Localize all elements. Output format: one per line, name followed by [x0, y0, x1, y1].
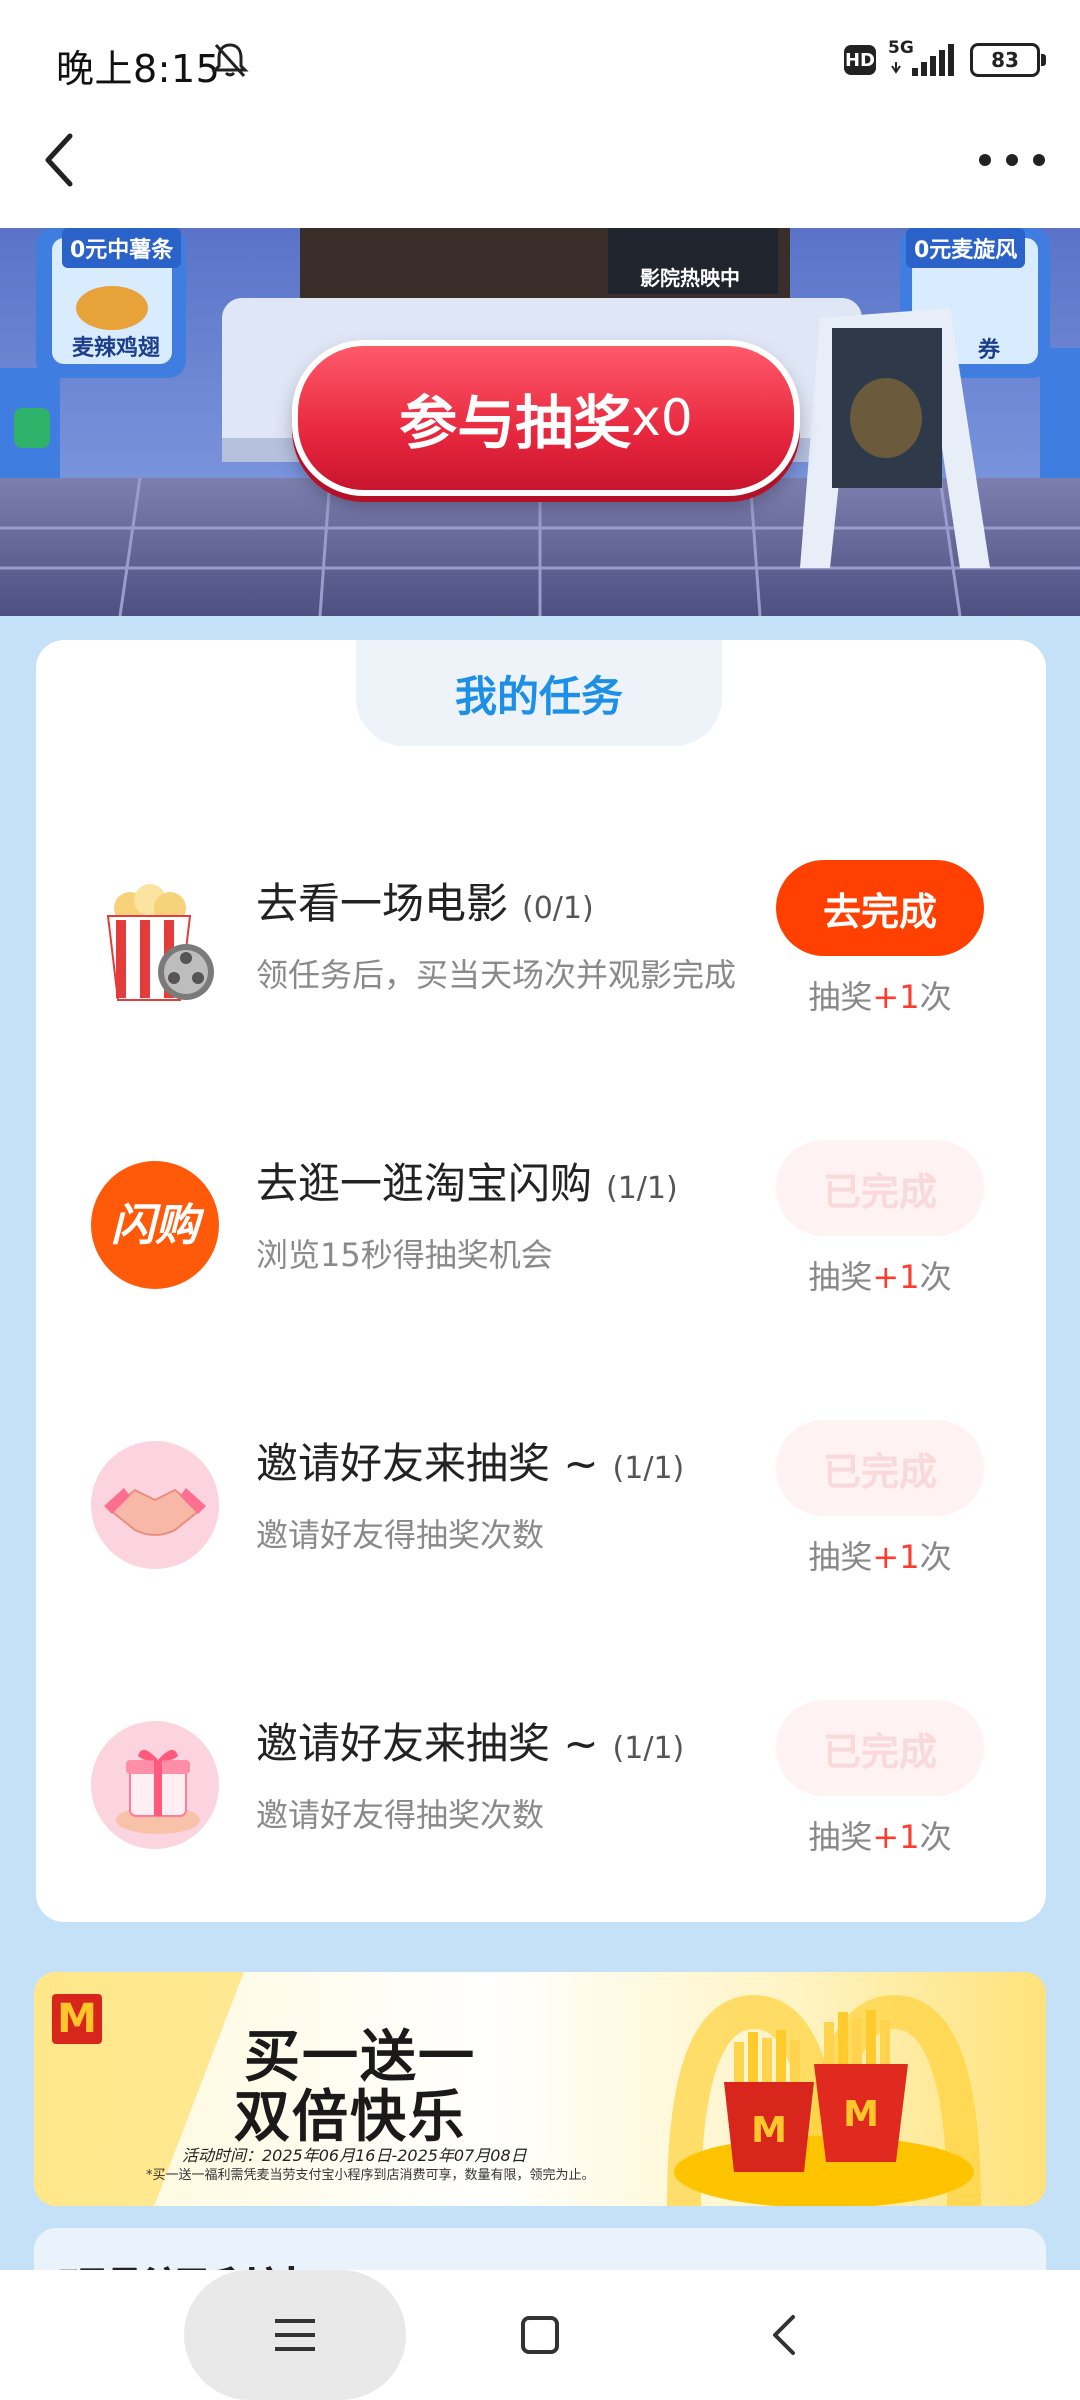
gift-icon — [90, 1720, 220, 1850]
svg-text:闪购: 闪购 — [111, 1200, 205, 1251]
promo-title-line2: 双倍快乐 — [234, 2085, 466, 2150]
battery-level: 83 — [991, 48, 1019, 72]
chevron-left-icon — [773, 2315, 795, 2355]
task-item: 邀请好友来抽奖 ~ (1/1) 邀请好友得抽奖次数 已完成 抽奖+1次 — [36, 1700, 1046, 1870]
task-reward: 抽奖+1次 — [808, 1258, 952, 1296]
task-progress: (1/1) — [612, 1451, 685, 1486]
more-button[interactable] — [974, 135, 1050, 185]
completed-button[interactable]: 已完成 — [776, 1420, 984, 1516]
mcdonalds-logo-icon: M — [52, 1994, 102, 2044]
status-bar: 晚上8:15 HD 5G 83 — [0, 0, 1080, 120]
completed-button[interactable]: 已完成 — [776, 1700, 984, 1796]
completed-button[interactable]: 已完成 — [776, 1140, 984, 1236]
my-tasks-card: 我的任务 去看一场电影 (0/1) 领任务后，买当天场次并观影完成 去完成 抽奖+… — [36, 640, 1046, 1922]
task-desc: 邀请好友得抽奖次数 — [256, 1516, 545, 1554]
battery-icon: 83 — [970, 43, 1046, 77]
join-lottery-button[interactable]: 参与抽奖 x0 — [292, 340, 800, 496]
task-progress: (0/1) — [522, 891, 594, 926]
hd-badge: HD — [844, 45, 876, 75]
task-title: 去看一场电影 (0/1) — [256, 879, 594, 928]
go-complete-button[interactable]: 去完成 — [776, 860, 984, 956]
task-desc: 浏览15秒得抽奖机会 — [256, 1236, 553, 1274]
task-desc: 领任务后，买当天场次并观影完成 — [256, 956, 737, 994]
mcdonalds-promo-banner[interactable]: M M M 买一送一 双倍快乐 活动时间：2025年06月16日-2025年07… — [34, 1972, 1046, 2206]
prize-left-top: 0元中薯条 — [62, 228, 182, 268]
bell-muted-icon — [210, 40, 250, 80]
lottery-banner: 0元中薯条 麦辣鸡翅 0元麦旋风 券 影院热映中 参与抽奖 x0 — [0, 228, 1080, 616]
my-tasks-header: 我的任务 — [356, 640, 722, 746]
menu-button[interactable] — [184, 2270, 406, 2400]
status-icons: HD 5G 83 — [844, 38, 1046, 80]
status-time: 晚上8:15 — [56, 47, 221, 91]
system-back-button[interactable] — [754, 2305, 814, 2365]
task-title: 邀请好友来抽奖 ~ (1/1) — [256, 1439, 685, 1488]
flash-buy-icon: 闪购 — [90, 1160, 220, 1290]
task-title: 去逛一逛淘宝闪购 (1/1) — [256, 1159, 678, 1208]
task-progress: (1/1) — [606, 1171, 678, 1206]
handshake-icon — [90, 1440, 220, 1570]
svg-text:M: M — [843, 2094, 879, 2135]
lottery-count: x0 — [631, 389, 693, 447]
prize-right-bottom: 券 — [978, 338, 1001, 363]
task-desc: 邀请好友得抽奖次数 — [256, 1796, 545, 1834]
task-item: 去看一场电影 (0/1) 领任务后，买当天场次并观影完成 去完成 抽奖+1次 — [36, 860, 1046, 1030]
task-progress: (1/1) — [612, 1731, 685, 1766]
task-reward: 抽奖+1次 — [808, 978, 952, 1016]
promo-note: *买一送一福利需凭麦当劳支付宝小程序到店消费可享，数量有限，领完为止。 — [146, 2168, 595, 2183]
nav-bar — [0, 120, 1080, 228]
back-button[interactable] — [30, 130, 90, 190]
chevron-left-icon — [45, 133, 73, 187]
task-reward: 抽奖+1次 — [808, 1538, 952, 1576]
menu-icon — [275, 2319, 315, 2351]
popcorn-film-icon — [90, 880, 220, 1010]
screen-text: 影院热映中 — [640, 266, 740, 290]
task-item: 邀请好友来抽奖 ~ (1/1) 邀请好友得抽奖次数 已完成 抽奖+1次 — [36, 1420, 1046, 1590]
task-item: 闪购 去逛一逛淘宝闪购 (1/1) 浏览15秒得抽奖机会 已完成 抽奖+1次 — [36, 1140, 1046, 1310]
signal-icon: 5G — [888, 38, 958, 80]
home-square-icon — [521, 2316, 559, 2354]
more-dots-icon — [979, 154, 1045, 166]
join-lottery-label: 参与抽奖 — [399, 389, 632, 457]
prize-right-top: 0元麦旋风 — [906, 228, 1026, 268]
task-reward: 抽奖+1次 — [808, 1818, 952, 1856]
svg-text:M: M — [751, 2110, 787, 2151]
prize-left-bottom: 麦辣鸡翅 — [72, 336, 161, 361]
home-button[interactable] — [510, 2305, 570, 2365]
promo-date: 活动时间：2025年06月16日-2025年07月08日 — [182, 2146, 527, 2165]
task-title: 邀请好友来抽奖 ~ (1/1) — [256, 1719, 685, 1768]
